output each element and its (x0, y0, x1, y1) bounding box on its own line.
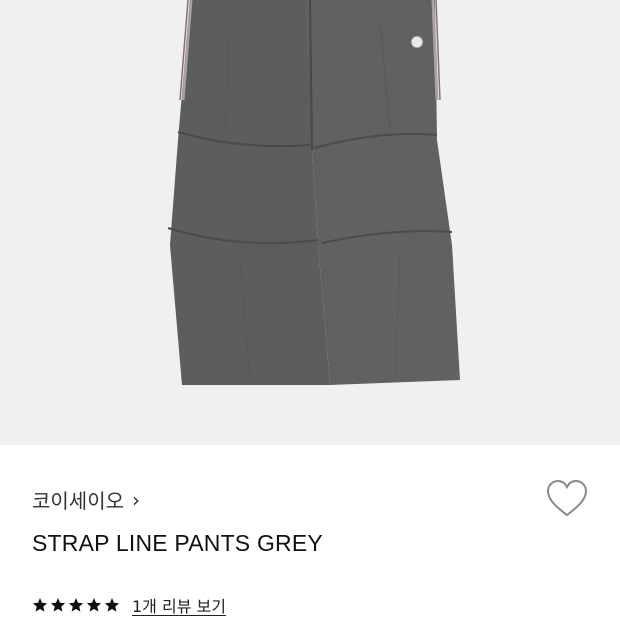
product-image[interactable] (0, 0, 620, 445)
heart-outline-icon (546, 479, 588, 517)
wishlist-button[interactable] (545, 479, 589, 519)
product-title: STRAP LINE PANTS GREY (32, 530, 323, 556)
pants-left-leg (170, 0, 330, 385)
star-icon (68, 598, 84, 612)
pants-illustration (167, 0, 460, 385)
star-icon (32, 598, 48, 612)
product-info: 코이세이오 › STRAP LINE PANTS GREY 1개 리뷰 보기 (0, 445, 620, 620)
chevron-right-icon: › (132, 487, 140, 512)
star-icon (50, 598, 66, 612)
rating-stars (32, 597, 120, 613)
rating-row: 1개 리뷰 보기 (32, 593, 226, 617)
brand-name: 코이세이오 (32, 489, 124, 513)
brand-link[interactable]: 코이세이오 › (32, 485, 140, 514)
logo-patch (410, 35, 424, 49)
star-icon (104, 598, 120, 612)
star-icon (86, 598, 102, 612)
review-link[interactable]: 1개 리뷰 보기 (132, 593, 226, 617)
